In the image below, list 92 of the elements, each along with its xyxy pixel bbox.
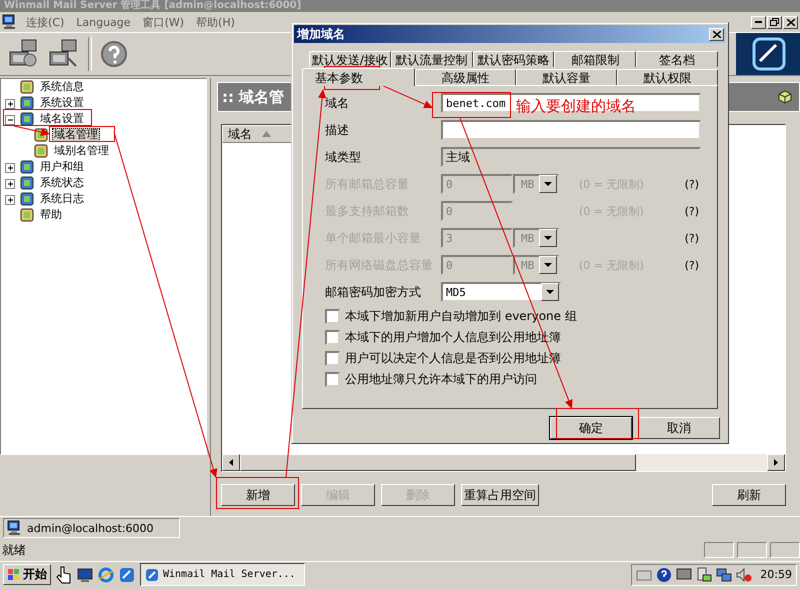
restore-icon	[770, 18, 779, 26]
status-panel	[770, 542, 800, 558]
toolbar-button[interactable]: 重算占用空间	[461, 484, 539, 506]
muted-speaker-icon[interactable]	[736, 566, 752, 582]
menu-item[interactable]: 窗口(W)	[138, 14, 188, 30]
connection-text: admin@localhost:6000	[27, 522, 154, 534]
minimize-button[interactable]	[751, 16, 766, 28]
clock: 20:59	[760, 568, 792, 581]
scroll-left-icon	[229, 459, 233, 466]
checkbox[interactable]	[325, 350, 340, 366]
checkbox-label[interactable]: 公用地址簿只允许本域下的用户访问	[345, 370, 537, 388]
toolbar-button[interactable]: 新增	[221, 484, 295, 506]
tree-item[interactable]: 系统信息	[38, 80, 86, 94]
tree-item[interactable]: 系统设置	[38, 96, 86, 110]
tab[interactable]: 默认容量	[516, 69, 617, 85]
tree-item[interactable]: 系统日志	[38, 192, 86, 206]
close-button[interactable]	[783, 16, 798, 28]
cube-icon[interactable]	[777, 89, 793, 105]
app-icon[interactable]	[119, 566, 135, 582]
network-icon[interactable]	[716, 566, 732, 582]
expand-icon[interactable]	[5, 194, 16, 204]
status-message: 就绪	[2, 542, 26, 558]
dialog-button[interactable]: 确定	[550, 417, 632, 439]
app-icon	[145, 568, 159, 582]
node-icon	[19, 175, 35, 191]
field-label: 域名	[325, 94, 349, 112]
sort-ascending-icon	[262, 131, 271, 137]
field-label: 描述	[325, 122, 349, 138]
checkbox[interactable]	[325, 330, 340, 344]
tree-item[interactable]: 用户和组	[38, 160, 86, 174]
node-icon	[19, 207, 35, 223]
tab[interactable]: 基本参数	[302, 68, 415, 86]
tab[interactable]: 签名档	[636, 51, 718, 67]
menu-item[interactable]: 帮助(H)	[192, 14, 239, 30]
horizontal-scrollbar[interactable]	[222, 454, 785, 471]
close-button[interactable]	[709, 28, 724, 40]
node-icon	[19, 111, 35, 127]
node-icon	[33, 143, 49, 159]
collapse-icon[interactable]	[5, 114, 16, 124]
scroll-right-icon	[774, 459, 778, 466]
tab[interactable]: 默认权限	[617, 69, 718, 85]
node-icon	[19, 95, 35, 111]
highlight-frame	[49, 126, 115, 142]
taskbar-task[interactable]: Winmail Mail Server...	[140, 563, 305, 586]
restore-button[interactable]	[767, 16, 782, 28]
text-field[interactable]	[441, 120, 701, 140]
help-icon[interactable]	[656, 566, 672, 582]
field-label: 邮箱密码加密方式	[325, 284, 421, 300]
tree-item[interactable]: 帮助	[38, 208, 64, 222]
monitor-icon[interactable]	[77, 568, 93, 582]
hand-cursor-icon	[56, 566, 72, 584]
tree-item[interactable]: 域名设置	[38, 112, 86, 126]
expand-icon[interactable]	[5, 178, 16, 188]
dialog-button[interactable]: 取消	[638, 417, 720, 439]
four-squares-icon	[7, 568, 21, 582]
tab[interactable]: 默认发送/接收	[309, 51, 391, 67]
mail-server-icon[interactable]	[696, 566, 712, 582]
monitor-icon[interactable]	[676, 568, 692, 582]
close-icon	[712, 30, 720, 38]
panel-title: :: 域名管	[222, 88, 284, 106]
menu-item[interactable]: 连接(C)	[22, 14, 68, 30]
tab[interactable]: 默认密码策略	[472, 51, 554, 67]
node-icon	[19, 159, 35, 175]
status-panel	[737, 542, 767, 558]
tree-item[interactable]: 系统状态	[38, 176, 86, 190]
dialog-title: 增加域名	[297, 26, 345, 42]
tree-item[interactable]: 域名管理	[52, 128, 100, 142]
node-icon	[19, 79, 35, 95]
menu-item[interactable]: Language	[72, 16, 135, 28]
tab[interactable]: 邮箱限制	[554, 51, 636, 67]
window-title: Winmail Mail Server 管理工具 [admin@localhost:6000]	[4, 0, 302, 12]
tab[interactable]: 默认流量控制	[390, 51, 473, 67]
computer-icon	[2, 14, 18, 30]
minimize-icon	[755, 21, 762, 23]
field-label: 域类型	[325, 148, 361, 166]
tab[interactable]: 高级属性	[415, 69, 516, 85]
close-icon	[786, 18, 794, 26]
checkbox[interactable]	[325, 308, 340, 324]
annotation-arrow	[14, 126, 50, 136]
help-icon[interactable]	[100, 40, 128, 68]
tree-item[interactable]: 域别名管理	[52, 144, 111, 158]
readonly-field: 主域	[441, 147, 701, 167]
expand-icon[interactable]	[5, 162, 16, 172]
start-button[interactable]: 开始	[3, 564, 51, 585]
status-panel	[704, 542, 734, 558]
checkbox[interactable]	[325, 372, 340, 386]
annotation-text: 输入要创建的域名	[516, 97, 636, 116]
browser-icon[interactable]	[98, 566, 114, 582]
toolbar-button[interactable]: 刷新	[712, 484, 786, 506]
dropdown-field[interactable]: MD5	[441, 282, 561, 302]
node-icon	[19, 191, 35, 207]
expand-icon[interactable]	[5, 98, 16, 108]
